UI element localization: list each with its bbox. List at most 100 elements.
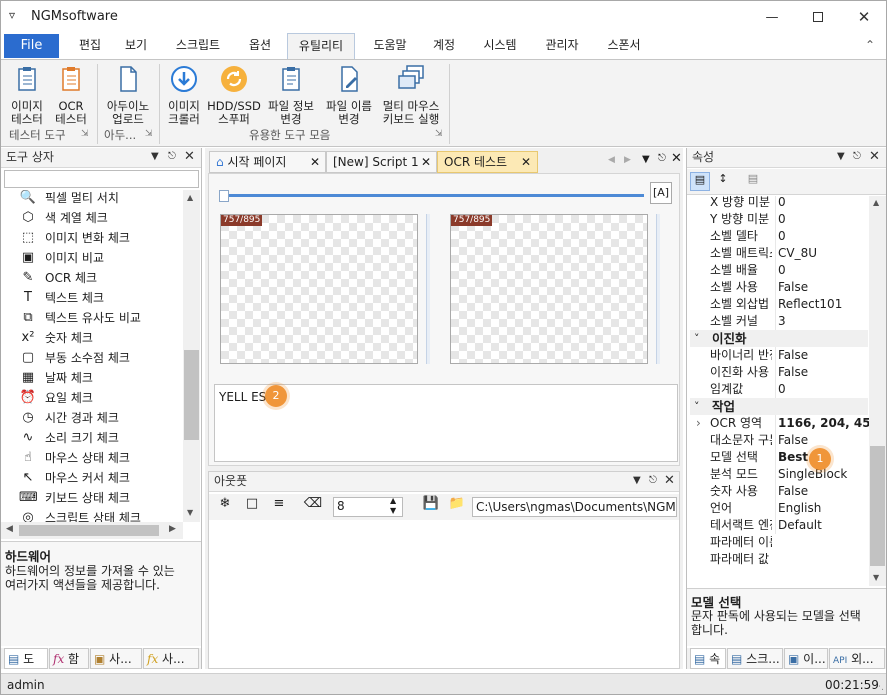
- result-vslider[interactable]: [656, 214, 660, 364]
- property-row[interactable]: 분석 모드 SingleBlock: [690, 466, 868, 483]
- resize-grip-icon[interactable]: ⋱: [875, 676, 884, 694]
- arduino-upload-button[interactable]: 아두이노 업로드: [101, 64, 155, 126]
- property-value[interactable]: Reflect101: [775, 296, 842, 313]
- property-row[interactable]: 소벨 커널 3: [690, 313, 868, 330]
- property-grid[interactable]: X 방향 미분0Y 방향 미분0소벨 델타0소벨 매트릭스CV_8U소벨 배율0…: [687, 196, 869, 586]
- toolbox-item[interactable]: 🔍 픽셀 멀티 서치: [20, 190, 119, 208]
- property-value[interactable]: 0: [775, 381, 786, 398]
- property-row[interactable]: 소벨 델타 0: [690, 228, 868, 245]
- property-value[interactable]: Default: [775, 517, 822, 534]
- properties-scroll-thumb[interactable]: [870, 446, 885, 566]
- stepper-down-icon[interactable]: ▼: [390, 506, 396, 515]
- property-value[interactable]: 0: [775, 211, 786, 228]
- tab-external[interactable]: API 외...: [829, 648, 885, 669]
- close-icon[interactable]: ✕: [664, 473, 675, 488]
- wrap-lines-icon[interactable]: ≡: [268, 496, 290, 517]
- tab-scroll-left-icon[interactable]: ◀: [608, 155, 615, 165]
- property-row[interactable]: 바이너리 반전False: [690, 347, 868, 364]
- source-image-canvas[interactable]: 757/895: [220, 214, 418, 364]
- tab-user2[interactable]: fx 사...: [143, 648, 199, 669]
- property-value[interactable]: English: [775, 500, 821, 517]
- file-rename-button[interactable]: 파일 이름 변경: [321, 64, 377, 126]
- property-value[interactable]: False: [775, 432, 808, 449]
- property-pages-icon[interactable]: ▤: [743, 172, 763, 191]
- tab-toolbox[interactable]: ▤ 도: [4, 648, 48, 669]
- tab-properties[interactable]: ▤ 속: [690, 648, 726, 669]
- group-launcher-icon[interactable]: ⇲: [435, 129, 443, 139]
- tab-start-page[interactable]: ⌂ 시작 페이지 ✕: [209, 151, 326, 173]
- tab-sponsor[interactable]: 스폰서: [597, 33, 651, 59]
- maximize-button[interactable]: [795, 1, 841, 33]
- tab-admin[interactable]: 관리자: [535, 33, 589, 59]
- toolbox-item[interactable]: ◎ 스크립트 상태 체크: [22, 508, 141, 522]
- file-info-change-button[interactable]: 파일 정보 변경: [263, 64, 319, 126]
- property-row[interactable]: 숫자 사용 False: [690, 483, 868, 500]
- multi-mouse-keyboard-button[interactable]: 멀티 마우스 키보드 실행: [377, 64, 445, 126]
- zoom-slider-thumb[interactable]: [219, 190, 229, 202]
- source-vslider[interactable]: [426, 214, 430, 364]
- toolbox-item[interactable]: ⬡ 색 계열 체크: [22, 208, 108, 228]
- collapse-ribbon-icon[interactable]: ⌃: [865, 38, 875, 52]
- toolbox-item[interactable]: T 텍스트 체크: [24, 288, 104, 308]
- tab-options[interactable]: 옵션: [238, 33, 282, 59]
- close-document-icon[interactable]: ✕: [671, 151, 682, 166]
- properties-scrollbar[interactable]: ▲ ▼: [869, 196, 886, 586]
- close-button[interactable]: ✕: [841, 1, 886, 33]
- hdd-spoofer-button[interactable]: HDD/SSD 스푸퍼: [207, 64, 261, 126]
- group-launcher-icon[interactable]: ⇲: [145, 129, 153, 139]
- close-icon[interactable]: ✕: [521, 152, 531, 173]
- property-value[interactable]: 1166, 204, 45,: [775, 415, 869, 432]
- tab-system[interactable]: 시스템: [473, 33, 527, 59]
- close-icon[interactable]: ✕: [310, 152, 320, 173]
- property-value[interactable]: False: [775, 483, 808, 500]
- output-path-field[interactable]: C:\Users\ngmas\Documents\NGM6\: [472, 497, 677, 517]
- toolbox-item[interactable]: ▣ 이미지 비교: [22, 248, 104, 268]
- property-row[interactable]: 테서랙트 엔진Default: [690, 517, 868, 534]
- toolbox-item[interactable]: ▢ 부동 소수점 체크: [22, 348, 130, 368]
- property-row[interactable]: 소벨 매트릭스CV_8U: [690, 245, 868, 262]
- toolbox-hscroll-thumb[interactable]: [19, 525, 159, 536]
- property-row[interactable]: 모델 선택 Best: [690, 449, 868, 466]
- property-row[interactable]: 파라메터 값: [690, 551, 868, 568]
- property-value[interactable]: False: [775, 347, 808, 364]
- toolbox-item[interactable]: ∿ 소리 크기 체크: [23, 428, 119, 448]
- font-size-stepper[interactable]: 8 ▲ ▼: [333, 496, 403, 517]
- eraser-icon[interactable]: ⌫: [302, 496, 324, 517]
- quick-access-menu-icon[interactable]: ▿: [9, 8, 15, 22]
- clear-broom-icon[interactable]: ❄: [214, 496, 236, 517]
- dropdown-icon[interactable]: ▼: [633, 475, 641, 486]
- zoom-slider-track[interactable]: [220, 194, 644, 197]
- ocr-result-text[interactable]: YELL ES 2: [214, 384, 678, 462]
- tab-list-icon[interactable]: ▼: [642, 154, 650, 165]
- property-value[interactable]: 0: [775, 228, 786, 245]
- pin-icon[interactable]: ⎋: [658, 153, 666, 164]
- tab-user1[interactable]: ▣ 사...: [90, 648, 142, 669]
- sort-alpha-icon[interactable]: ↕: [713, 172, 733, 191]
- property-value[interactable]: 3: [775, 313, 786, 330]
- toolbox-hscrollbar[interactable]: ◀ ▶: [1, 522, 183, 539]
- minimize-button[interactable]: —: [749, 1, 795, 33]
- tab-view[interactable]: 보기: [115, 33, 157, 59]
- dropdown-icon[interactable]: ▼: [151, 151, 159, 162]
- toolbox-item[interactable]: ▦ 날짜 체크: [22, 368, 93, 388]
- new-log-icon[interactable]: □: [241, 496, 263, 517]
- toolbox-item[interactable]: ↖ 마우스 커서 체크: [23, 468, 130, 488]
- tab-utility[interactable]: 유틸리티: [287, 33, 355, 59]
- close-icon[interactable]: ✕: [184, 149, 195, 164]
- expand-chevron-icon[interactable]: ›: [696, 415, 701, 432]
- tab-script-explorer[interactable]: ▤ 스크...: [727, 648, 783, 669]
- property-row[interactable]: 이진화 사용 False: [690, 364, 868, 381]
- tab-script1[interactable]: [New] Script 1 ✕: [326, 151, 437, 173]
- tab-ocr-test[interactable]: OCR 테스트 ✕: [437, 151, 538, 173]
- result-image-canvas[interactable]: 757/895: [450, 214, 648, 364]
- property-row[interactable]: Y 방향 미분 0: [690, 211, 868, 228]
- stepper-up-icon[interactable]: ▲: [390, 496, 396, 505]
- property-row[interactable]: 언어 English: [690, 500, 868, 517]
- property-value[interactable]: False: [775, 279, 808, 296]
- tab-edit[interactable]: 편집: [69, 33, 111, 59]
- open-folder-icon[interactable]: 📁: [446, 496, 468, 517]
- categorized-view-icon[interactable]: ▤: [690, 172, 710, 191]
- image-tester-button[interactable]: 이미지 테스터: [5, 64, 49, 126]
- property-row[interactable]: X 방향 미분 0: [690, 196, 868, 211]
- ocr-capture-button[interactable]: [A]: [650, 182, 672, 204]
